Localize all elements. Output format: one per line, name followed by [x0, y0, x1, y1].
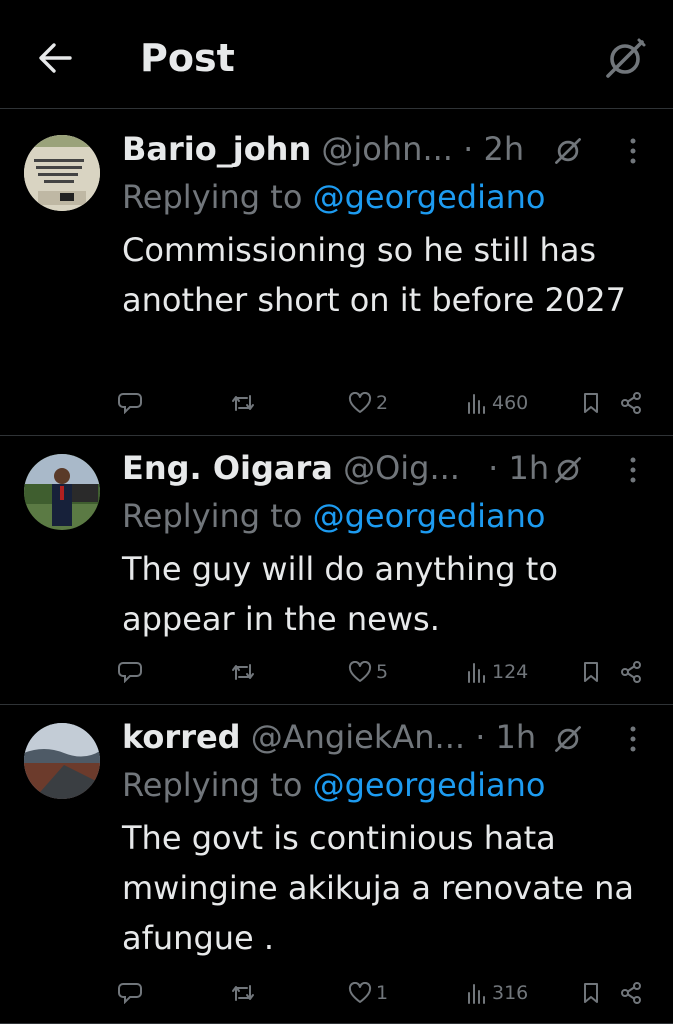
- reply-post[interactable]: korred @AngiekAn... · 1h Replying to @ge…: [0, 705, 673, 1024]
- repost-button[interactable]: [230, 654, 256, 690]
- author-row: korred @AngiekAn... · 1h: [122, 717, 622, 757]
- more-options-button[interactable]: [618, 450, 648, 490]
- views-button[interactable]: 124: [466, 654, 528, 690]
- replying-label: Replying to: [122, 178, 303, 216]
- heart-icon: [348, 392, 372, 413]
- author-row: Bario_john @john... · 2h: [122, 129, 622, 169]
- share-button[interactable]: [620, 385, 642, 421]
- avatar[interactable]: [24, 723, 100, 799]
- replying-to: Replying to @georgediano: [122, 496, 545, 536]
- bookmark-icon: [584, 983, 598, 1003]
- share-icon: [621, 661, 641, 683]
- like-button[interactable]: 1: [348, 975, 388, 1011]
- action-bar: 5 124: [0, 654, 673, 690]
- grok-button[interactable]: [548, 131, 588, 171]
- grok-icon: [555, 726, 581, 752]
- post-text: Commissioning so he still has another sh…: [122, 231, 626, 319]
- author-handle[interactable]: @AngiekAn...: [251, 718, 465, 756]
- bookmark-button[interactable]: [582, 385, 600, 421]
- like-button[interactable]: 2: [348, 385, 388, 421]
- views-button[interactable]: 316: [466, 975, 528, 1011]
- author-name[interactable]: Bario_john: [122, 130, 311, 168]
- post-time[interactable]: · 1h: [475, 718, 536, 756]
- grok-button[interactable]: [548, 719, 588, 759]
- reply-post[interactable]: Eng. Oigara @Oig... · 1h Replying to @ge…: [0, 436, 673, 705]
- repost-button[interactable]: [230, 975, 256, 1011]
- reply-button[interactable]: [118, 385, 142, 421]
- replying-to: Replying to @georgediano: [122, 765, 545, 805]
- share-button[interactable]: [620, 654, 642, 690]
- share-icon: [621, 392, 641, 414]
- avatar[interactable]: [24, 135, 100, 211]
- more-vertical-icon: [630, 726, 636, 752]
- more-options-button[interactable]: [618, 131, 648, 171]
- grok-button[interactable]: [548, 450, 588, 490]
- share-button[interactable]: [620, 975, 642, 1011]
- like-count: 5: [376, 661, 389, 683]
- replying-to: Replying to @georgediano: [122, 177, 545, 217]
- heart-icon: [348, 982, 372, 1003]
- author-name[interactable]: Eng. Oigara: [122, 449, 333, 487]
- bookmark-button[interactable]: [582, 975, 600, 1011]
- grok-icon: [555, 138, 581, 164]
- grok-icon: [555, 457, 581, 483]
- view-count: 124: [492, 661, 529, 683]
- bookmark-button[interactable]: [582, 654, 600, 690]
- like-button[interactable]: 5: [348, 654, 388, 690]
- repost-button[interactable]: [230, 385, 256, 421]
- post-text: The govt is continious hata mwingine aki…: [122, 819, 635, 957]
- bookmark-icon: [584, 662, 598, 682]
- heart-icon: [348, 661, 372, 682]
- page-title: Post: [140, 36, 235, 80]
- like-count: 1: [376, 982, 389, 1004]
- post-time[interactable]: · 2h: [463, 130, 524, 168]
- more-vertical-icon: [630, 457, 636, 483]
- more-options-button[interactable]: [618, 719, 648, 759]
- views-icon: [468, 984, 485, 1004]
- reply-button[interactable]: [118, 654, 142, 690]
- author-handle[interactable]: @john...: [321, 130, 453, 168]
- action-bar: 1 316: [0, 975, 673, 1011]
- like-count: 2: [376, 392, 389, 414]
- repost-icon: [232, 664, 254, 680]
- mention-link[interactable]: @georgediano: [313, 178, 546, 216]
- more-vertical-icon: [630, 138, 636, 164]
- mention-link[interactable]: @georgediano: [313, 766, 546, 804]
- mention-link[interactable]: @georgediano: [313, 497, 546, 535]
- grok-icon: [606, 38, 646, 78]
- action-bar: 2 460: [0, 385, 673, 421]
- avatar[interactable]: [24, 454, 100, 530]
- views-icon: [468, 394, 485, 414]
- share-icon: [621, 982, 641, 1004]
- views-icon: [468, 663, 485, 683]
- author-name[interactable]: korred: [122, 718, 241, 756]
- avatar-image-icon: [24, 454, 100, 530]
- back-button[interactable]: [32, 36, 76, 80]
- author-row: Eng. Oigara @Oig... · 1h: [122, 448, 622, 488]
- reply-icon: [118, 393, 142, 414]
- view-count: 316: [492, 982, 529, 1004]
- top-bar: Post: [0, 0, 673, 109]
- bookmark-icon: [584, 393, 598, 413]
- reply-icon: [118, 662, 142, 683]
- arrow-left-icon: [39, 43, 72, 73]
- author-handle[interactable]: @Oig...: [343, 449, 460, 487]
- repost-icon: [232, 395, 254, 411]
- view-count: 460: [492, 392, 529, 414]
- post-time[interactable]: · 1h: [488, 449, 549, 487]
- avatar-image-icon: [24, 723, 100, 799]
- avatar-image-icon: [24, 135, 100, 211]
- views-button[interactable]: 460: [466, 385, 528, 421]
- grok-button[interactable]: [600, 34, 650, 84]
- reply-post[interactable]: Bario_john @john... · 2h Replying to @ge…: [0, 117, 673, 436]
- replying-label: Replying to: [122, 497, 303, 535]
- replying-label: Replying to: [122, 766, 303, 804]
- reply-button[interactable]: [118, 975, 142, 1011]
- reply-icon: [118, 983, 142, 1004]
- post-text: The guy will do anything to appear in th…: [122, 550, 558, 638]
- repost-icon: [232, 985, 254, 1001]
